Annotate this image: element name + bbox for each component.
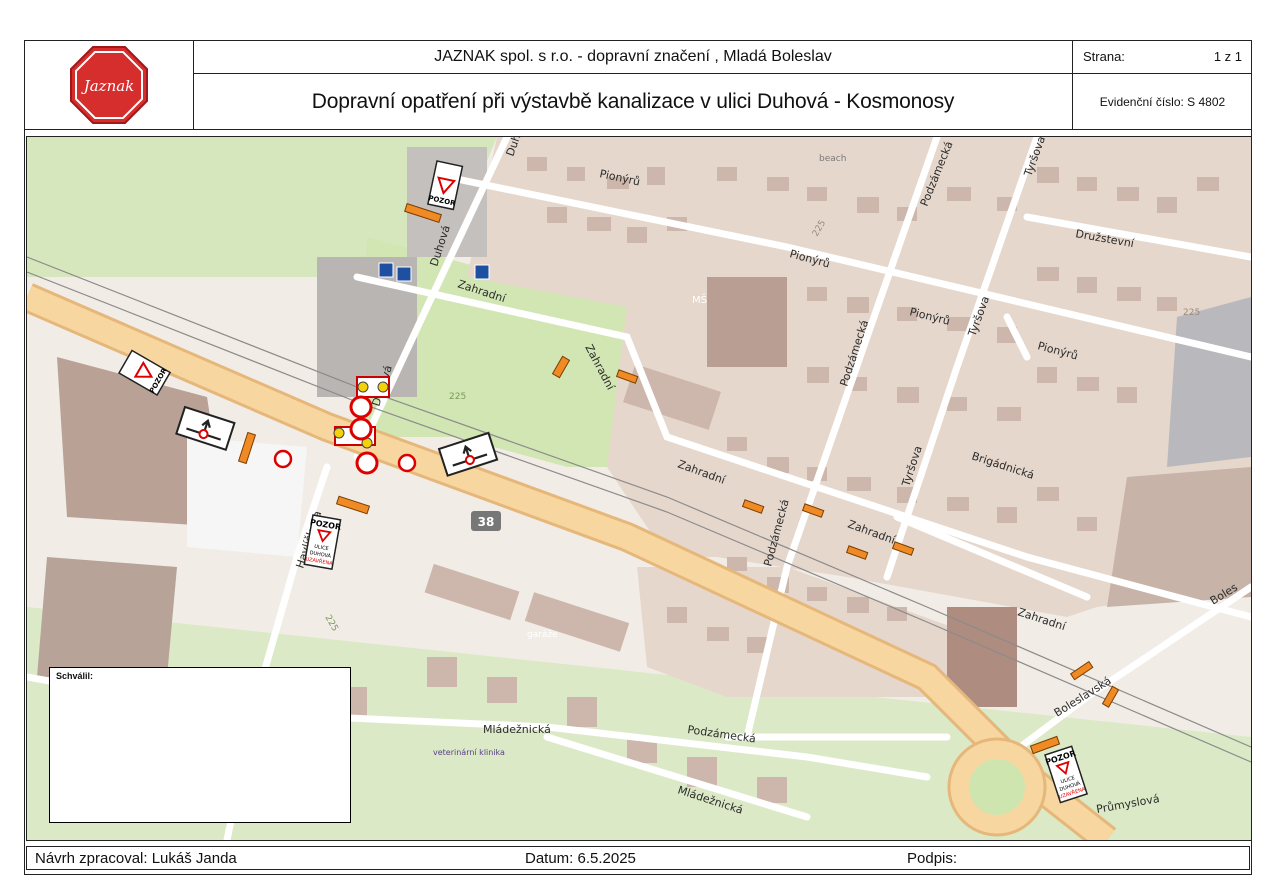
building-grey-east — [1167, 297, 1251, 467]
company-logo: Jaznak — [24, 40, 194, 130]
approval-label: Schválil: — [56, 671, 94, 681]
building-sw — [37, 557, 177, 677]
no-entry-sign-icon — [349, 395, 373, 419]
no-turn-sign-icon — [273, 449, 293, 469]
roundabout-center — [969, 759, 1025, 815]
page-info: Strana: 1 z 1 — [1073, 40, 1252, 74]
poi-ms: MŠ — [692, 293, 707, 306]
logo-text: Jaznak — [80, 77, 134, 95]
no-pedestrian-sign-icon — [355, 451, 379, 475]
blue-info-sign-icon — [474, 264, 490, 280]
footer: Návrh zpracoval: Lukáš Janda Datum: 6.5.… — [26, 846, 1250, 870]
poi-beach: beach — [819, 154, 846, 164]
author: Návrh zpracoval: Lukáš Janda — [35, 850, 237, 867]
no-entry-sign-icon — [349, 417, 373, 441]
building-ms — [707, 277, 787, 367]
signature-label: Podpis: — [907, 850, 958, 867]
company-name: JAZNAK spol. s r.o. - dopravní značení ,… — [194, 40, 1072, 74]
elevation-label: 225 — [1183, 308, 1200, 318]
stop-sign-logo: Jaznak — [69, 45, 148, 124]
warning-light-icon — [333, 427, 345, 439]
poi-vet: veterinární klinika — [433, 748, 505, 757]
blue-info-sign-icon — [396, 266, 412, 282]
elevation-label: 225 — [449, 392, 466, 402]
document-title: Dopravní opatření při výstavbě kanalizac… — [194, 74, 1072, 130]
blue-info-sign-icon — [378, 262, 394, 278]
road-number: 38 — [478, 515, 495, 529]
no-turn-sign-icon — [397, 453, 417, 473]
street-label-mladeznicka: Mládežnická — [483, 723, 551, 736]
warning-light-icon — [357, 381, 369, 393]
date: Datum: 6.5.2025 — [525, 850, 636, 867]
poi-garaze: garáže — [527, 630, 558, 640]
page-number: 1 z 1 — [1213, 49, 1242, 64]
header-info: Strana: 1 z 1 Evidenční číslo: S 4802 — [1072, 40, 1252, 130]
approval-box: Schválil: — [49, 667, 351, 823]
page-label: Strana: — [1083, 49, 1125, 64]
evidence-number: Evidenční číslo: S 4802 — [1099, 95, 1226, 109]
map-area: 38 Pionýrů Pionýrů Pionýrů Pionýrů Družs… — [26, 136, 1252, 841]
warning-light-icon — [377, 381, 389, 393]
